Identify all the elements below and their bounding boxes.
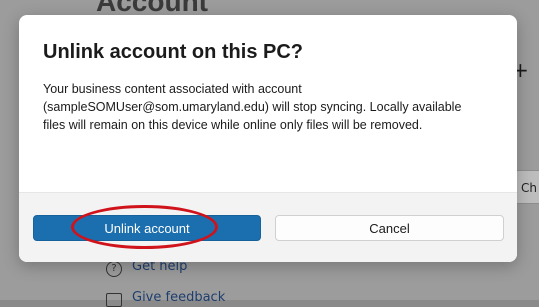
dialog-message: Your business content associated with ac… — [43, 82, 462, 132]
unlink-account-button[interactable]: Unlink account — [33, 215, 261, 241]
cancel-button[interactable]: Cancel — [275, 215, 504, 241]
unlink-account-dialog: Unlink account on this PC? Your business… — [19, 15, 517, 262]
feedback-icon — [106, 293, 122, 307]
dialog-footer: Unlink account Cancel — [19, 192, 517, 262]
help-icon: ? — [106, 261, 122, 277]
dialog-title: Unlink account on this PC? — [43, 41, 304, 63]
give-feedback-link[interactable]: Give feedback — [132, 290, 225, 305]
